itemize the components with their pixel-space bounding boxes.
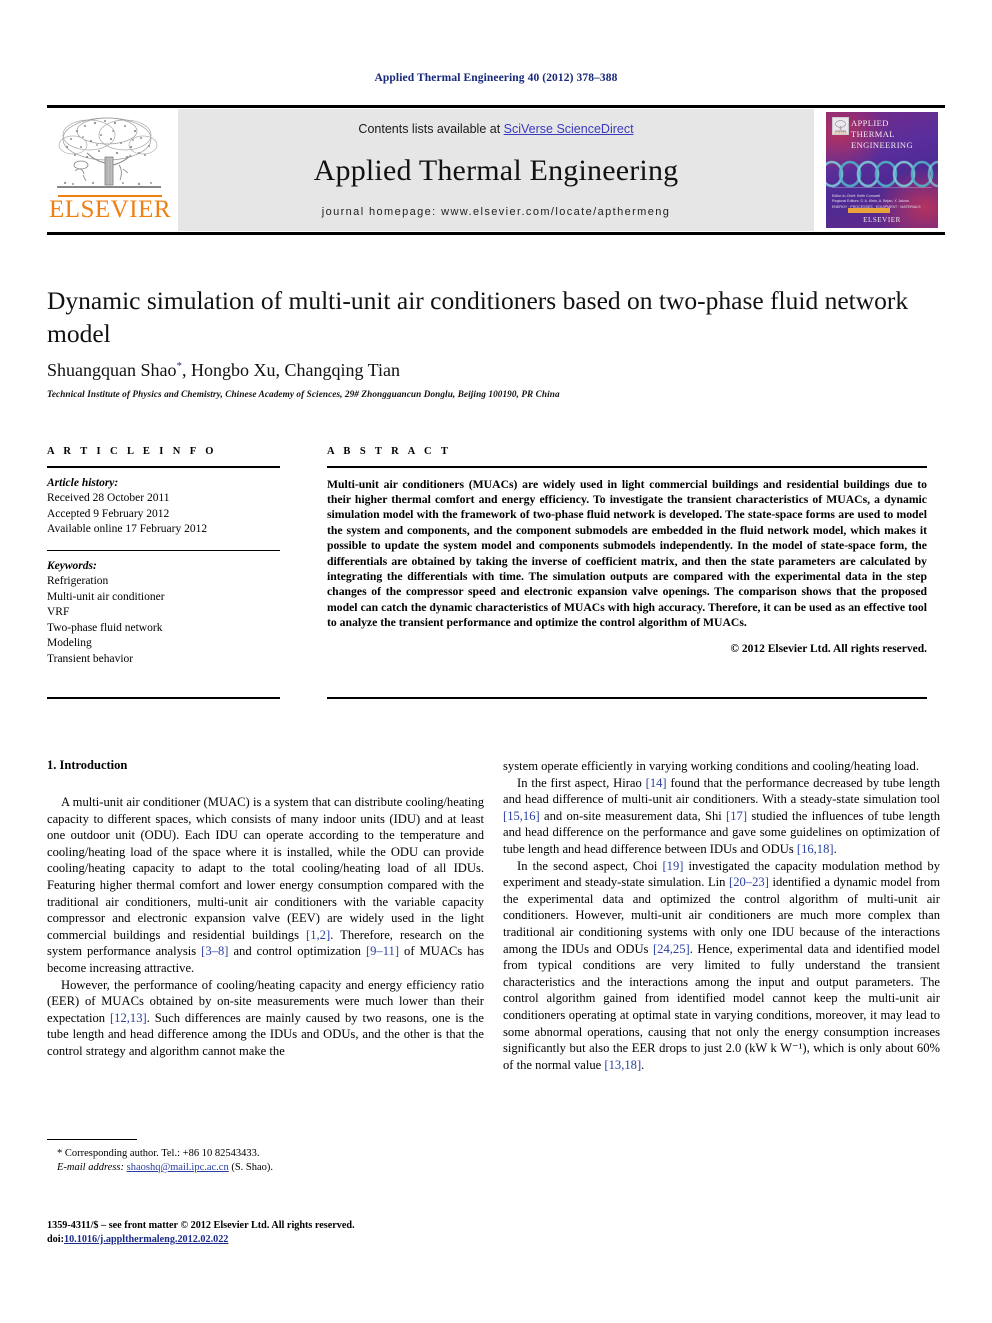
masthead-top-rule	[47, 105, 945, 108]
left-column-rule	[47, 697, 280, 699]
front-matter-block: 1359-4311/$ – see front matter © 2012 El…	[47, 1219, 547, 1247]
journal-title: Applied Thermal Engineering	[313, 154, 679, 187]
elsevier-logo: ELSEVIER	[47, 111, 173, 229]
history-item: Received 28 October 2011	[47, 492, 170, 505]
history-item: Available online 17 February 2012	[47, 523, 208, 536]
article-info-column: A R T I C L E I N F O Article history: R…	[47, 446, 280, 667]
paper-page: Applied Thermal Engineering 40 (2012) 37…	[0, 0, 992, 1323]
cover-title-line-3: ENGINEERING	[851, 140, 913, 150]
doi-line: doi:10.1016/j.applthermaleng.2012.02.022	[47, 1233, 547, 1247]
masthead-bottom-rule	[47, 232, 945, 235]
footnote-block: * Corresponding author. Tel.: +86 10 825…	[47, 1139, 484, 1175]
keyword-item: VRF	[47, 606, 70, 619]
keyword-item: Two-phase fluid network	[47, 621, 163, 634]
article-info-rule	[47, 466, 280, 468]
cover-title-line-1: APPLIED	[851, 118, 889, 128]
author-others: , Hongbo Xu, Changqing Tian	[182, 360, 401, 380]
email-note: E-mail address: shaoshq@mail.ipc.ac.cn (…	[47, 1161, 484, 1175]
keyword-item: Modeling	[47, 637, 92, 650]
doi-link[interactable]: 10.1016/j.applthermaleng.2012.02.022	[64, 1234, 228, 1245]
paragraph: However, the performance of cooling/heat…	[47, 977, 484, 1058]
contents-prefix: Contents lists available at	[358, 122, 504, 136]
cover-elsevier-logo-icon: ELSEVIER	[832, 117, 849, 135]
journal-reference-line: Applied Thermal Engineering 40 (2012) 37…	[374, 72, 618, 84]
paragraph: A multi-unit air conditioner (MUAC) is a…	[47, 795, 484, 975]
email-link[interactable]: shaoshq@mail.ipc.ac.cn	[127, 1162, 229, 1173]
journal-masthead: ELSEVIER Contents lists available at Sci…	[47, 105, 945, 235]
affiliation: Technical Institute of Physics and Chemi…	[47, 389, 560, 399]
paragraph: system operate efficiently in varying wo…	[503, 759, 919, 773]
email-label: E-mail address:	[57, 1162, 124, 1173]
article-history-label: Article history:	[47, 476, 119, 489]
right-column-rule	[327, 697, 927, 699]
cover-title-line-2: THERMAL	[851, 129, 895, 139]
sciencedirect-link[interactable]: SciVerse ScienceDirect	[504, 122, 634, 136]
page-title: Dynamic simulation of multi-unit air con…	[47, 286, 909, 348]
author-primary: Shuangquan Shao	[47, 360, 177, 380]
keyword-item: Multi-unit air conditioner	[47, 590, 165, 603]
cover-rings-graphic	[826, 160, 938, 188]
footnote-rule	[47, 1139, 137, 1140]
journal-cover-thumbnail: ELSEVIER APPLIED THERMAL ENGINEERING Edi…	[819, 109, 945, 231]
masthead-center-panel: Contents lists available at SciVerse Sci…	[178, 109, 814, 231]
article-history-block: Article history: Received 28 October 201…	[47, 476, 280, 538]
cover-artwork: ELSEVIER APPLIED THERMAL ENGINEERING Edi…	[826, 112, 938, 228]
body-column-left: 1. Introduction A multi-unit air conditi…	[47, 758, 484, 1060]
abstract-text: Multi-unit air conditioners (MUACs) are …	[327, 477, 927, 630]
doi-label: doi:	[47, 1234, 64, 1245]
svg-text:ELSEVIER: ELSEVIER	[834, 131, 847, 134]
keyword-item: Transient behavior	[47, 652, 134, 665]
section-heading-introduction: 1. Introduction	[47, 758, 128, 772]
cover-issn-bar	[848, 208, 890, 213]
corresponding-author-note: * Corresponding author. Tel.: +86 10 825…	[57, 1148, 260, 1159]
contents-available-line: Contents lists available at SciVerse Sci…	[178, 122, 814, 136]
email-suffix: (S. Shao).	[228, 1162, 274, 1173]
history-item: Accepted 9 February 2012	[47, 507, 170, 520]
keywords-block: Keywords: Refrigeration Multi-unit air c…	[47, 559, 280, 668]
cover-publisher-brand: ELSEVIER	[863, 216, 901, 224]
copyright-line: © 2012 Elsevier Ltd. All rights reserved…	[730, 642, 927, 655]
elsevier-wordmark: ELSEVIER	[48, 196, 172, 223]
elsevier-tree-icon	[53, 113, 165, 199]
issn-front-matter: 1359-4311/$ – see front matter © 2012 El…	[47, 1220, 355, 1231]
keywords-label: Keywords:	[47, 559, 97, 572]
keyword-item: Refrigeration	[47, 575, 109, 588]
article-info-heading: A R T I C L E I N F O	[47, 446, 217, 457]
keywords-rule	[47, 549, 280, 551]
abstract-rule	[327, 466, 927, 468]
cover-journal-title: APPLIED THERMAL ENGINEERING	[851, 118, 935, 151]
paragraph: In the second aspect, Choi [19] investig…	[503, 858, 941, 1072]
journal-homepage-line[interactable]: journal homepage: www.elsevier.com/locat…	[178, 206, 814, 218]
paragraph: In the first aspect, Hirao [14] found th…	[503, 775, 940, 856]
cover-divider	[832, 187, 932, 188]
abstract-heading: A B S T R A C T	[327, 446, 452, 457]
body-column-right: system operate efficiently in varying wo…	[503, 758, 940, 1073]
abstract-column: A B S T R A C T Multi-unit air condition…	[327, 446, 927, 655]
author-list: Shuangquan Shao*, Hongbo Xu, Changqing T…	[47, 360, 927, 381]
